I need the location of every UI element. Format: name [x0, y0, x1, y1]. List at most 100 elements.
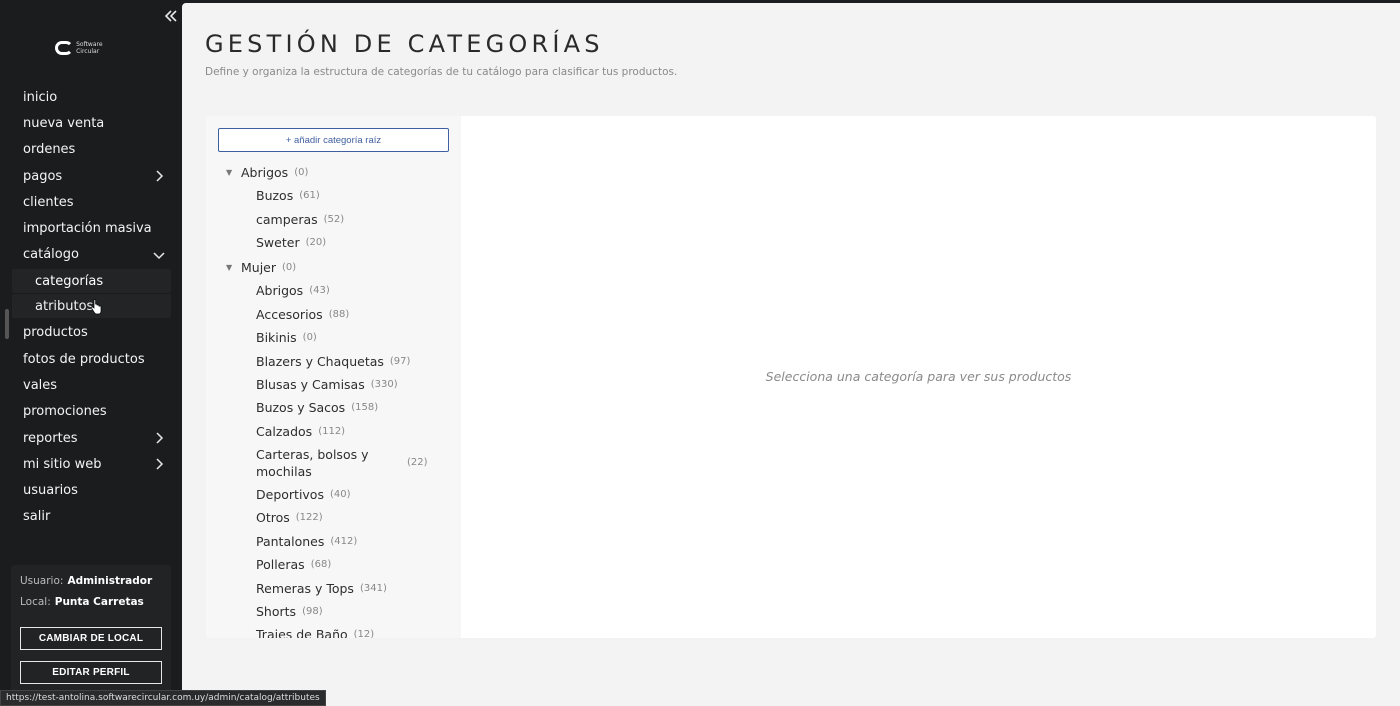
tree-item[interactable]: Buzos y Sacos (158)	[206, 396, 461, 419]
sidebar-item-label: nueva venta	[23, 115, 105, 131]
local-line: Local: Punta Carretas	[20, 596, 144, 608]
tree-item[interactable]: Blusas y Camisas (330)	[206, 373, 461, 396]
tree-node-count: (68)	[310, 559, 332, 571]
sidebar-item-inicio[interactable]: inicio	[0, 84, 182, 110]
add-root-category-button[interactable]: + añadir categoría raíz	[218, 128, 449, 152]
tree-item[interactable]: Carteras, bolsos y mochilas (22)	[206, 443, 461, 483]
tree-item[interactable]: Calzados (112)	[206, 420, 461, 443]
sidebar-item-label: clientes	[23, 194, 74, 210]
tree-node-count: (112)	[318, 425, 346, 437]
tree-item[interactable]: Shorts (98)	[206, 600, 461, 623]
tree-root-mujer[interactable]: ▼ Mujer (0)	[206, 255, 461, 279]
app-window: Software Circular inicio nueva venta ord…	[0, 0, 1400, 706]
sidebar-item-fotos-de-productos[interactable]: fotos de productos	[0, 346, 182, 372]
sidebar-item-ordenes[interactable]: ordenes	[0, 137, 182, 163]
category-tree: ▼ Abrigos (0) Buzos (61) camperas (52) Swe…	[206, 159, 461, 639]
change-local-button[interactable]: CAMBIAR DE LOCAL	[20, 627, 162, 650]
tree-node-label: Blazers y Chaquetas	[256, 353, 384, 369]
sidebar-item-label: promociones	[23, 404, 107, 420]
main-content: GESTIÓN DE CATEGORÍAS Define y organiza …	[182, 3, 1400, 706]
tree-item[interactable]: Bikinis (0)	[206, 326, 461, 349]
tree-node-label: Buzos y Sacos	[256, 400, 346, 416]
logo-mark-icon	[55, 41, 74, 55]
tree-item[interactable]: camperas (52)	[206, 207, 461, 230]
tree-node-label: Otros	[256, 510, 290, 526]
sidebar-item-label: inicio	[23, 89, 58, 105]
tree-node-label: Bikinis	[256, 330, 297, 346]
tree-node-label: camperas	[256, 211, 318, 227]
sidebar-item-reportes[interactable]: reportes	[0, 425, 182, 451]
tree-node-label: Shorts	[256, 604, 297, 620]
sidebar-item-importacion-masiva[interactable]: importación masiva	[0, 215, 182, 241]
user-label: Usuario:	[20, 575, 64, 587]
sidebar-item-label: ordenes	[23, 142, 76, 158]
user-value: Administrador	[67, 575, 153, 587]
tree-item[interactable]: Sweter (20)	[206, 231, 461, 254]
sidebar-item-label: usuarios	[23, 483, 78, 499]
tree-node-label: Accesorios	[256, 306, 323, 322]
chevron-right-icon	[156, 458, 164, 470]
tree-node-label: Remeras y Tops	[256, 580, 354, 596]
tree-root-abrigos[interactable]: ▼ Abrigos (0)	[206, 160, 461, 184]
tree-node-label: Mujer	[241, 259, 277, 275]
tree-item[interactable]: Buzos (61)	[206, 184, 461, 207]
tree-node-count: (98)	[302, 606, 323, 618]
sidebar-item-salir[interactable]: salir	[0, 504, 182, 530]
triangle-down-icon[interactable]: ▼	[226, 168, 235, 177]
tree-node-count: (20)	[305, 236, 327, 248]
chevron-right-icon	[156, 170, 164, 182]
sidebar-scrollbar[interactable]	[5, 309, 9, 339]
tree-node-count: (40)	[329, 489, 351, 501]
sidebar-item-pagos[interactable]: pagos	[0, 163, 182, 189]
sidebar-item-clientes[interactable]: clientes	[0, 189, 182, 215]
sidebar-item-label: reportes	[23, 430, 78, 446]
tree-node-count: (61)	[299, 190, 320, 202]
tree-node-count: (412)	[330, 535, 358, 547]
sidebar-subitem-categorias[interactable]: categorías	[12, 269, 171, 294]
tree-item[interactable]: Trajes de Baño (12)	[206, 623, 461, 638]
tree-node-count: (341)	[359, 582, 387, 594]
sidebar-item-label: catálogo	[23, 247, 79, 263]
tree-node-label: Abrigos	[256, 283, 304, 299]
tree-node-label: Polleras	[256, 557, 305, 573]
sidebar-item-usuarios[interactable]: usuarios	[0, 477, 182, 503]
category-tree-panel[interactable]: + añadir categoría raíz ▼ Abrigos (0) Bu…	[206, 116, 461, 638]
sidebar-item-productos[interactable]: productos	[0, 320, 182, 346]
categories-card: + añadir categoría raíz ▼ Abrigos (0) Bu…	[206, 116, 1376, 638]
triangle-down-icon[interactable]: ▼	[226, 263, 235, 272]
tree-item[interactable]: Abrigos (43)	[206, 279, 461, 302]
sidebar-item-nueva-venta[interactable]: nueva venta	[0, 110, 182, 136]
sidebar-item-label: categorías	[35, 273, 104, 289]
sidebar-item-vales[interactable]: vales	[0, 372, 182, 398]
sidebar-item-promociones[interactable]: promociones	[0, 399, 182, 425]
edit-profile-button[interactable]: EDITAR PERFIL	[20, 661, 162, 684]
local-label: Local:	[20, 596, 51, 608]
empty-state-message: Selecciona una categoría para ver sus pr…	[765, 369, 1072, 384]
tree-node-count: (12)	[353, 629, 375, 638]
tree-node-count: (97)	[389, 355, 411, 367]
collapse-sidebar-icon[interactable]	[162, 9, 180, 27]
tree-node-label: Sweter	[256, 234, 300, 250]
sidebar-item-catalogo[interactable]: catálogo	[0, 242, 182, 268]
tree-item[interactable]: Blazers y Chaquetas (97)	[206, 349, 461, 372]
tree-node-label: Pantalones	[256, 533, 325, 549]
sidebar-item-label: atributos	[35, 298, 94, 314]
hand-pointer-icon	[91, 299, 102, 315]
tree-item[interactable]: Otros (122)	[206, 506, 461, 529]
tree-node-label: Buzos	[256, 188, 294, 204]
tree-item[interactable]: Polleras (68)	[206, 553, 461, 576]
sidebar: Software Circular inicio nueva venta ord…	[0, 0, 182, 706]
page-title: GESTIÓN DE CATEGORÍAS	[205, 30, 604, 58]
sidebar-item-label: pagos	[23, 168, 63, 184]
local-value: Punta Carretas	[54, 596, 144, 608]
tree-node-count: (52)	[323, 213, 345, 225]
sidebar-item-label: mi sitio web	[23, 456, 102, 472]
tree-item[interactable]: Remeras y Tops (341)	[206, 576, 461, 599]
tree-item[interactable]: Pantalones (412)	[206, 530, 461, 553]
sidebar-subitem-atributos[interactable]: atributos	[12, 294, 171, 319]
logo[interactable]: Software Circular	[55, 38, 115, 58]
tree-item[interactable]: Deportivos (40)	[206, 483, 461, 506]
tree-node-label: Deportivos	[256, 487, 324, 503]
tree-item[interactable]: Accesorios (88)	[206, 303, 461, 326]
sidebar-item-mi-sitio-web[interactable]: mi sitio web	[0, 451, 182, 477]
